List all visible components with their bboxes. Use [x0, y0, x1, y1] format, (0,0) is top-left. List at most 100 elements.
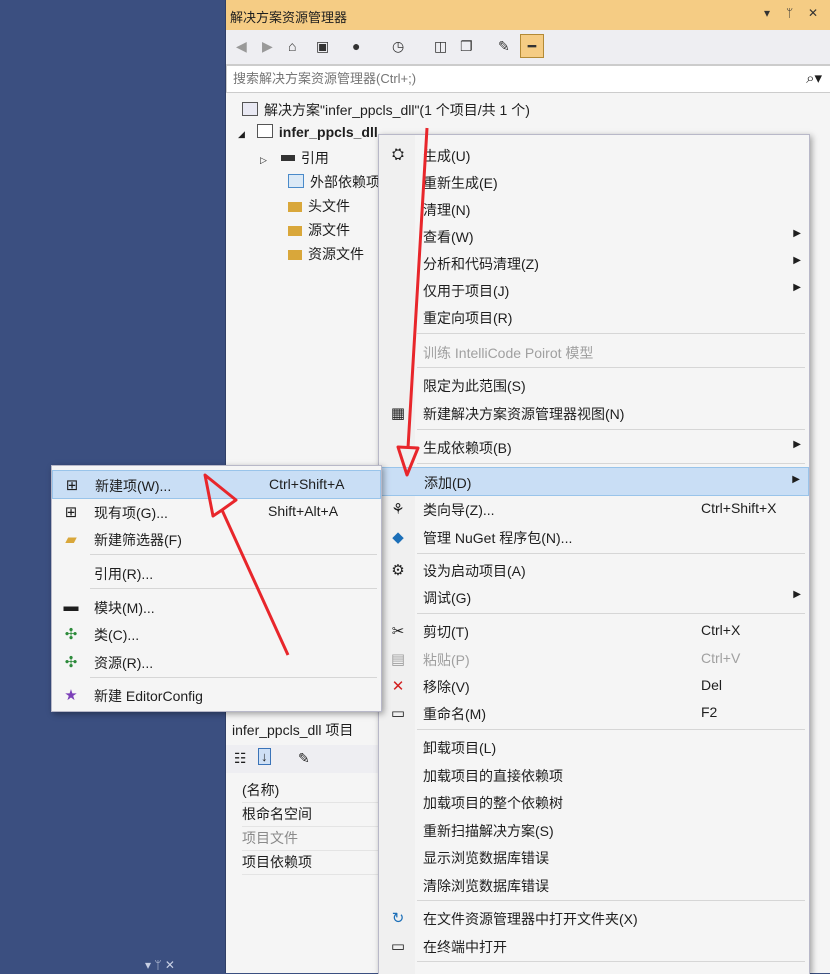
history-icon[interactable]: ◷	[392, 38, 404, 55]
tree-item-external-deps[interactable]: 外部依赖项	[288, 172, 380, 192]
property-row[interactable]: 项目文件	[242, 828, 382, 851]
submenu-item-existing-item[interactable]: ⊞ 现有项(G)... Shift+Alt+A	[52, 498, 381, 525]
tree-project-node[interactable]: ◢ infer_ppcls_dll	[238, 124, 378, 140]
cut-icon: ✂	[391, 623, 405, 640]
menu-item-build[interactable]: ⛭ 生成(U)	[379, 141, 809, 168]
filter-folder-icon	[288, 250, 302, 260]
menu-item-scope[interactable]: 限定为此范围(S)	[379, 371, 809, 398]
collapse-icon[interactable]: ◫	[434, 38, 447, 55]
menu-item-cut[interactable]: ✂ 剪切(T) Ctrl+X	[379, 617, 809, 644]
editorconfig-icon: ★	[64, 687, 78, 704]
menu-item-rescan[interactable]: 重新扫描解决方案(S)	[379, 816, 809, 843]
solution-explorer-toolbar: ◀ ▶ ⌂ ▣ ● ◷ ◫ ❐ ✎ ━	[226, 30, 830, 65]
forward-icon[interactable]: ▶	[262, 38, 273, 55]
menu-separator	[90, 554, 377, 555]
menu-separator	[417, 463, 805, 464]
back-icon[interactable]: ◀	[236, 38, 247, 55]
project-context-menu: ⛭ 生成(U) 重新生成(E) 清理(N) 查看(W) ▶ 分析和代码清理(Z) ▶ …	[378, 134, 810, 974]
filter-folder-icon	[288, 202, 302, 212]
project-icon	[256, 124, 273, 138]
tree-item-header-files[interactable]: 头文件	[288, 196, 350, 216]
pin-icon[interactable]: ᛘ	[786, 6, 793, 20]
submenu-arrow-icon: ▶	[793, 228, 801, 239]
tree-solution-node[interactable]: 解决方案"infer_ppcls_dll"(1 个项目/共 1 个)	[242, 100, 530, 120]
menu-item-clear-db-errors[interactable]: 清除浏览数据库错误	[379, 871, 809, 898]
menu-separator	[90, 588, 377, 589]
menu-item-paste[interactable]: ▤ 粘贴(P) Ctrl+V	[379, 645, 809, 672]
preview-icon[interactable]: ━	[520, 34, 544, 58]
submenu-item-resource[interactable]: ✣ 资源(R)...	[52, 648, 381, 675]
property-row[interactable]: (名称)	[242, 780, 382, 803]
property-row[interactable]: 项目依赖项	[242, 852, 382, 875]
menu-separator	[417, 900, 805, 901]
submenu-arrow-icon: ▶	[792, 474, 800, 485]
solution-explorer-title: 解决方案资源管理器	[230, 10, 348, 25]
menu-item-open-terminal[interactable]: ▭ 在终端中打开	[379, 932, 809, 959]
submenu-item-class[interactable]: ✣ 类(C)...	[52, 620, 381, 647]
menu-separator	[417, 613, 805, 614]
open-folder-icon: ↻	[391, 910, 405, 927]
menu-item-debug[interactable]: 调试(G) ▶	[379, 583, 809, 610]
submenu-arrow-icon: ▶	[793, 282, 801, 293]
menu-item-unload[interactable]: 卸载项目(L)	[379, 733, 809, 760]
submenu-item-new-filter[interactable]: ▰ 新建筛选器(F)	[52, 525, 381, 552]
submenu-arrow-icon: ▶	[793, 255, 801, 266]
menu-item-add[interactable]: 添加(D) ▶	[379, 467, 809, 496]
submenu-item-module[interactable]: ▬ 模块(M)...	[52, 593, 381, 620]
dock-controls[interactable]: ▾ ᛘ ✕	[145, 958, 175, 972]
properties-header: infer_ppcls_dll 项目	[226, 716, 386, 742]
globe-icon[interactable]: ●	[352, 38, 360, 54]
copy-icon[interactable]: ❐	[460, 38, 473, 55]
search-input[interactable]	[231, 70, 755, 87]
menu-separator	[417, 553, 805, 554]
property-row[interactable]: 根命名空间	[242, 804, 382, 827]
menu-item-clean[interactable]: 清理(N)	[379, 195, 809, 222]
menu-item-project-only[interactable]: 仅用于项目(J) ▶	[379, 276, 809, 303]
menu-item-view[interactable]: 查看(W) ▶	[379, 222, 809, 249]
menu-separator	[417, 367, 805, 368]
tree-item-references[interactable]: ▷ 引用	[260, 148, 329, 168]
menu-item-open-folder[interactable]: ↻ 在文件资源管理器中打开文件夹(X)	[379, 904, 809, 931]
menu-item-rename[interactable]: ▭ 重命名(M) F2	[379, 699, 809, 726]
solution-icon	[242, 102, 258, 116]
remove-icon: ✕	[391, 678, 405, 695]
menu-item-intellicode[interactable]: 训练 IntelliCode Poirot 模型	[379, 338, 809, 365]
references-icon	[280, 155, 295, 161]
wrench-icon[interactable]: ✎	[498, 38, 510, 55]
expanded-icon[interactable]: ◢	[238, 129, 245, 139]
alphabetical-icon[interactable]: ↓	[258, 748, 271, 765]
menu-item-class-wizard[interactable]: ⚘ 类向导(Z)... Ctrl+Shift+X	[379, 495, 809, 522]
tree-item-resource-files[interactable]: 资源文件	[288, 244, 364, 264]
search-box[interactable]: ⌕▾	[226, 65, 830, 93]
close-icon[interactable]: ✕	[808, 6, 818, 20]
terminal-icon: ▭	[390, 938, 406, 955]
menu-item-analyze[interactable]: 分析和代码清理(Z) ▶	[379, 249, 809, 276]
class-icon: ✣	[64, 626, 78, 643]
menu-item-show-db-errors[interactable]: 显示浏览数据库错误	[379, 843, 809, 870]
submenu-item-reference[interactable]: 引用(R)...	[52, 559, 381, 586]
collapsed-icon[interactable]: ▷	[260, 155, 267, 165]
add-submenu: ⊞ 新建项(W)... Ctrl+Shift+A ⊞ 现有项(G)... Shift+A…	[51, 465, 382, 712]
categorized-icon[interactable]: ☷	[234, 750, 247, 767]
menu-item-load-direct-deps[interactable]: 加载项目的直接依赖项	[379, 761, 809, 788]
menu-item-new-view[interactable]: ▦ 新建解决方案资源管理器视图(N)	[379, 399, 809, 426]
menu-item-load-dep-tree[interactable]: 加载项目的整个依赖树	[379, 788, 809, 815]
menu-separator	[417, 961, 805, 962]
menu-item-remove[interactable]: ✕ 移除(V) Del	[379, 672, 809, 699]
switch-views-icon[interactable]: ▣	[316, 38, 329, 55]
submenu-item-new-item[interactable]: ⊞ 新建项(W)... Ctrl+Shift+A	[52, 470, 381, 499]
submenu-item-editorconfig[interactable]: ★ 新建 EditorConfig	[52, 681, 381, 708]
home-icon[interactable]: ⌂	[288, 38, 296, 54]
search-icon[interactable]: ⌕▾	[806, 69, 822, 87]
menu-item-rebuild[interactable]: 重新生成(E)	[379, 168, 809, 195]
menu-item-set-startup[interactable]: ⚙ 设为启动项目(A)	[379, 556, 809, 583]
menu-item-nuget[interactable]: ◆ 管理 NuGet 程序包(N)...	[379, 523, 809, 550]
module-icon: ▬	[63, 598, 79, 615]
property-pages-icon[interactable]: ✎	[298, 750, 310, 767]
menu-item-retarget[interactable]: 重定向项目(R)	[379, 303, 809, 330]
filter-folder-icon: ▰	[65, 531, 77, 548]
dropdown-icon[interactable]: ▾	[764, 6, 770, 20]
menu-item-build-deps[interactable]: 生成依赖项(B) ▶	[379, 433, 809, 460]
submenu-arrow-icon: ▶	[793, 589, 801, 600]
tree-item-source-files[interactable]: 源文件	[288, 220, 350, 240]
